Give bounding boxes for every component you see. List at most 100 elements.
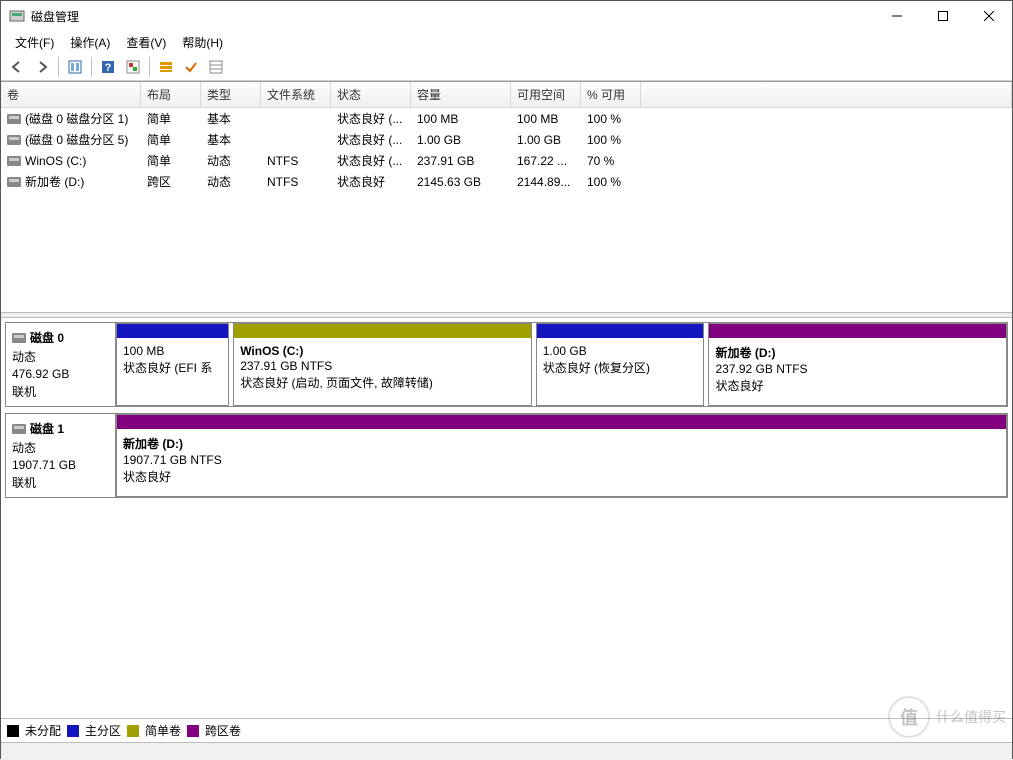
partition-name: 新加卷 (D:) <box>123 435 1000 452</box>
legend: 未分配 主分区 简单卷 跨区卷 <box>1 718 1012 742</box>
toolbar: ? <box>1 53 1012 81</box>
cell-fs: NTFS <box>261 172 331 191</box>
back-button[interactable] <box>5 55 29 79</box>
partition-size: 100 MB <box>123 344 222 358</box>
col-volume[interactable]: 卷 <box>1 82 141 107</box>
partition-size: 1907.71 GB NTFS <box>123 453 1000 467</box>
disk-type: 动态 <box>12 439 109 456</box>
cell-cap: 237.91 GB <box>411 151 511 170</box>
disk-body: 新加卷 (D:)1907.71 GB NTFS状态良好 <box>116 414 1007 497</box>
legend-unalloc: 未分配 <box>25 722 61 739</box>
partition[interactable]: 新加卷 (D:)237.92 GB NTFS状态良好 <box>708 323 1007 406</box>
disk-header: 磁盘 0 动态 476.92 GB 联机 <box>6 323 116 406</box>
partition-info: 状态良好 <box>715 377 1000 394</box>
partition[interactable]: 1.00 GB状态良好 (恢复分区) <box>536 323 705 406</box>
settings-icon[interactable] <box>63 55 87 79</box>
cell-status: 状态良好 (... <box>331 151 411 170</box>
col-free[interactable]: 可用空间 <box>511 82 581 107</box>
disk-header: 磁盘 1动态1907.71 GB联机 <box>6 414 116 497</box>
cell-layout: 简单 <box>141 109 201 128</box>
cell-pct: 70 % <box>581 151 641 170</box>
drive-icon <box>7 156 21 166</box>
cell-layout: 简单 <box>141 130 201 149</box>
cell-type: 基本 <box>201 109 261 128</box>
legend-primary: 主分区 <box>85 722 121 739</box>
disk-status: 联机 <box>12 383 109 400</box>
cell-fs <box>261 109 331 128</box>
disk-icon <box>12 424 26 434</box>
window-title: 磁盘管理 <box>31 8 874 25</box>
drive-icon <box>7 177 21 187</box>
disk-type: 动态 <box>12 348 109 365</box>
cell-name: (磁盘 0 磁盘分区 5) <box>1 130 141 149</box>
partition-info: 状态良好 (EFI 系 <box>123 359 222 376</box>
cell-fs: NTFS <box>261 151 331 170</box>
menu-view[interactable]: 查看(V) <box>118 32 174 53</box>
disk-size: 476.92 GB <box>12 367 109 381</box>
col-fs[interactable]: 文件系统 <box>261 82 331 107</box>
legend-simple-swatch <box>127 725 139 737</box>
cell-cap: 100 MB <box>411 109 511 128</box>
table-row[interactable]: (磁盘 0 磁盘分区 1)简单基本状态良好 (...100 MB100 MB10… <box>1 108 1012 129</box>
check-icon[interactable] <box>179 55 203 79</box>
drive-icon <box>7 114 21 124</box>
cell-status: 状态良好 (... <box>331 109 411 128</box>
table-row[interactable]: WinOS (C:)简单动态NTFS状态良好 (...237.91 GB167.… <box>1 150 1012 171</box>
col-rest <box>641 82 1012 107</box>
cell-name: 新加卷 (D:) <box>1 172 141 191</box>
list-view-icon[interactable] <box>154 55 178 79</box>
table-row[interactable]: (磁盘 0 磁盘分区 5)简单基本状态良好 (...1.00 GB1.00 GB… <box>1 129 1012 150</box>
cell-name: WinOS (C:) <box>1 151 141 170</box>
legend-span-swatch <box>187 725 199 737</box>
legend-span: 跨区卷 <box>205 722 241 739</box>
help-icon[interactable]: ? <box>96 55 120 79</box>
partition-name: 新加卷 (D:) <box>715 344 1000 361</box>
col-type[interactable]: 类型 <box>201 82 261 107</box>
menu-help[interactable]: 帮助(H) <box>174 32 231 53</box>
disk-row[interactable]: 磁盘 1动态1907.71 GB联机新加卷 (D:)1907.71 GB NTF… <box>5 413 1008 498</box>
close-button[interactable] <box>966 1 1012 31</box>
partition-stripe <box>117 415 1006 429</box>
partition-size: 1.00 GB <box>543 344 698 358</box>
menu-file[interactable]: 文件(F) <box>7 32 62 53</box>
disk-map[interactable]: 磁盘 0动态476.92 GB联机100 MB状态良好 (EFI 系WinOS … <box>1 318 1012 718</box>
cell-free: 100 MB <box>511 109 581 128</box>
drive-icon <box>7 135 21 145</box>
partition-name: WinOS (C:) <box>240 344 525 358</box>
partition-size: 237.92 GB NTFS <box>715 362 1000 376</box>
disk-name: 磁盘 1 <box>12 420 109 437</box>
volume-list[interactable]: 卷 布局 类型 文件系统 状态 容量 可用空间 % 可用 (磁盘 0 磁盘分区 … <box>1 82 1012 312</box>
cell-free: 167.22 ... <box>511 151 581 170</box>
svg-text:?: ? <box>105 62 112 74</box>
partition-info: 状态良好 (恢复分区) <box>543 359 698 376</box>
disk-row[interactable]: 磁盘 0动态476.92 GB联机100 MB状态良好 (EFI 系WinOS … <box>5 322 1008 407</box>
disk-icon <box>12 333 26 343</box>
minimize-button[interactable] <box>874 1 920 31</box>
cell-pct: 100 % <box>581 172 641 191</box>
partition[interactable]: WinOS (C:)237.91 GB NTFS状态良好 (启动, 页面文件, … <box>233 323 532 406</box>
partition[interactable]: 新加卷 (D:)1907.71 GB NTFS状态良好 <box>116 414 1007 497</box>
legend-simple: 简单卷 <box>145 722 181 739</box>
cell-layout: 简单 <box>141 151 201 170</box>
col-status[interactable]: 状态 <box>331 82 411 107</box>
list-header: 卷 布局 类型 文件系统 状态 容量 可用空间 % 可用 <box>1 82 1012 108</box>
maximize-button[interactable] <box>920 1 966 31</box>
cell-free: 2144.89... <box>511 172 581 191</box>
partition-stripe <box>709 324 1006 338</box>
col-layout[interactable]: 布局 <box>141 82 201 107</box>
disk-name: 磁盘 0 <box>12 329 109 346</box>
col-cap[interactable]: 容量 <box>411 82 511 107</box>
col-pct[interactable]: % 可用 <box>581 82 641 107</box>
partition-stripe <box>234 324 531 338</box>
cell-type: 动态 <box>201 151 261 170</box>
refresh-icon[interactable] <box>121 55 145 79</box>
cell-status: 状态良好 (... <box>331 130 411 149</box>
forward-button[interactable] <box>30 55 54 79</box>
partition[interactable]: 100 MB状态良好 (EFI 系 <box>116 323 229 406</box>
legend-primary-swatch <box>67 725 79 737</box>
table-row[interactable]: 新加卷 (D:)跨区动态NTFS状态良好2145.63 GB2144.89...… <box>1 171 1012 192</box>
cell-free: 1.00 GB <box>511 130 581 149</box>
menu-action[interactable]: 操作(A) <box>62 32 118 53</box>
details-icon[interactable] <box>204 55 228 79</box>
cell-layout: 跨区 <box>141 172 201 191</box>
